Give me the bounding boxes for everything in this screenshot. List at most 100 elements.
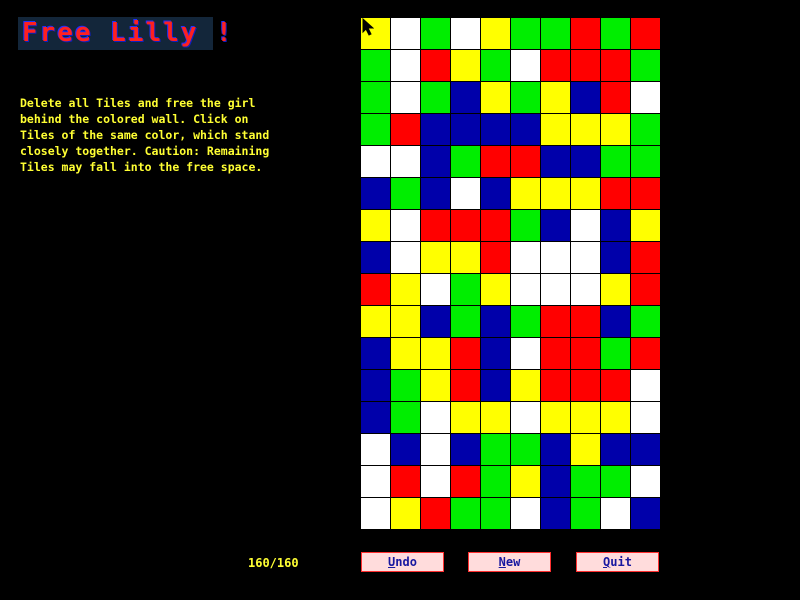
tile[interactable] [511,82,541,114]
tile[interactable] [361,370,391,402]
tile[interactable] [361,466,391,498]
tile[interactable] [451,274,481,306]
tile[interactable] [571,370,601,402]
tile[interactable] [601,50,631,82]
tile[interactable] [541,338,571,370]
tile[interactable] [481,466,511,498]
tile[interactable] [571,242,601,274]
tile[interactable] [541,498,571,530]
tile[interactable] [421,82,451,114]
tile[interactable] [361,242,391,274]
tile[interactable] [361,210,391,242]
tile[interactable] [601,210,631,242]
tile[interactable] [511,146,541,178]
tile[interactable] [421,242,451,274]
tile[interactable] [541,306,571,338]
tile[interactable] [481,178,511,210]
tile[interactable] [421,434,451,466]
tile[interactable] [481,146,511,178]
tile[interactable] [541,210,571,242]
tile[interactable] [481,18,511,50]
tile[interactable] [391,178,421,210]
tile[interactable] [391,82,421,114]
tile[interactable] [631,114,661,146]
tile[interactable] [481,50,511,82]
tile[interactable] [571,178,601,210]
tile[interactable] [601,274,631,306]
tile[interactable] [451,178,481,210]
tile[interactable] [601,146,631,178]
tile[interactable] [451,18,481,50]
tile[interactable] [481,338,511,370]
tile[interactable] [421,338,451,370]
tile[interactable] [391,306,421,338]
tile[interactable] [601,498,631,530]
tile[interactable] [361,18,391,50]
tile[interactable] [451,498,481,530]
tile[interactable] [571,82,601,114]
tile[interactable] [391,242,421,274]
tile[interactable] [571,434,601,466]
tile[interactable] [541,50,571,82]
tile[interactable] [631,146,661,178]
tile[interactable] [391,274,421,306]
tile[interactable] [631,402,661,434]
tile[interactable] [421,498,451,530]
tile[interactable] [421,50,451,82]
tile[interactable] [631,50,661,82]
tile[interactable] [541,18,571,50]
tile[interactable] [451,370,481,402]
tile[interactable] [451,50,481,82]
tile[interactable] [451,210,481,242]
tile[interactable] [481,242,511,274]
tile[interactable] [631,274,661,306]
tile[interactable] [541,82,571,114]
tile[interactable] [361,146,391,178]
tile[interactable] [511,306,541,338]
tile[interactable] [421,466,451,498]
tile[interactable] [511,338,541,370]
tile[interactable] [541,370,571,402]
tile[interactable] [631,178,661,210]
tile[interactable] [511,370,541,402]
tile[interactable] [421,274,451,306]
tile[interactable] [391,498,421,530]
tile[interactable] [421,114,451,146]
tile[interactable] [631,210,661,242]
tile[interactable] [631,370,661,402]
tile[interactable] [511,274,541,306]
tile[interactable] [601,114,631,146]
tile[interactable] [541,402,571,434]
tile[interactable] [541,434,571,466]
tile[interactable] [421,306,451,338]
tile[interactable] [421,210,451,242]
tile[interactable] [571,274,601,306]
tile[interactable] [451,82,481,114]
tile[interactable] [361,178,391,210]
tile[interactable] [631,434,661,466]
tile[interactable] [571,498,601,530]
tile[interactable] [631,466,661,498]
tile[interactable] [541,466,571,498]
tile[interactable] [361,114,391,146]
tile[interactable] [571,466,601,498]
tile[interactable] [601,402,631,434]
tile[interactable] [451,146,481,178]
tile[interactable] [511,114,541,146]
tile[interactable] [631,82,661,114]
tile[interactable] [511,242,541,274]
tile[interactable] [451,306,481,338]
tile[interactable] [601,82,631,114]
tile[interactable] [361,498,391,530]
tile[interactable] [511,498,541,530]
tile[interactable] [631,18,661,50]
tile[interactable] [511,50,541,82]
tile[interactable] [451,242,481,274]
tile[interactable] [631,338,661,370]
tile[interactable] [511,210,541,242]
tile[interactable] [601,466,631,498]
tile[interactable] [391,434,421,466]
tile[interactable] [571,306,601,338]
tile[interactable] [481,370,511,402]
new-button[interactable]: New [468,552,551,572]
